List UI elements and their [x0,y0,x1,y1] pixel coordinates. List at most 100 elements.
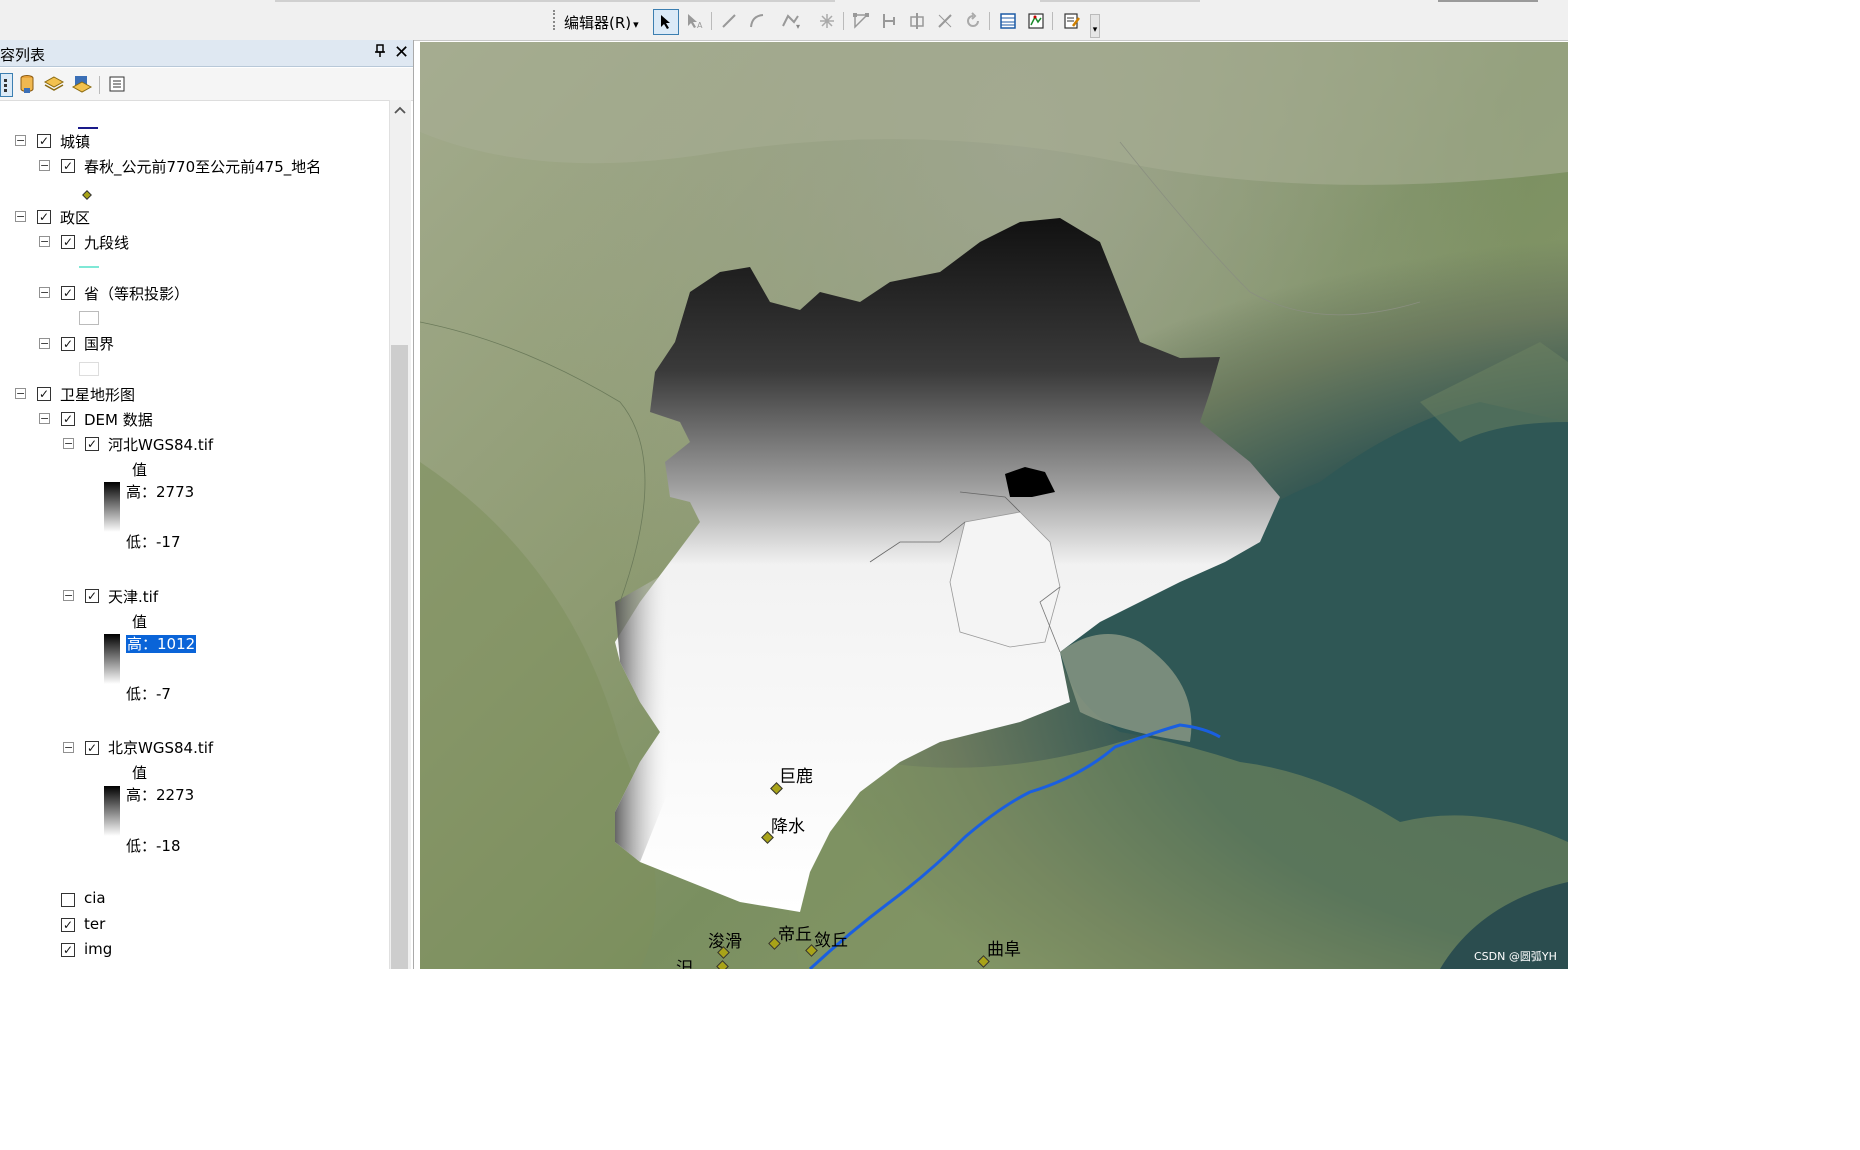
collapse-toggle[interactable]: − [39,413,50,424]
table-of-contents-panel [0,40,414,969]
rotate-tool-button[interactable] [961,9,985,33]
layer-visibility-checkbox[interactable]: ✓ [85,437,99,451]
collapse-toggle[interactable]: − [39,236,50,247]
scrollbar-thumb[interactable] [391,345,408,969]
selected-label-text: 高：1012 [126,635,197,653]
collapse-toggle[interactable]: − [15,211,26,222]
layer-ter[interactable]: ter [84,915,105,933]
vertices-icon [853,13,869,29]
editor-menu-button[interactable]: 编辑器(R) ▾ [564,12,639,32]
toolbar-separator [99,76,100,94]
create-features-button[interactable] [1060,9,1084,33]
layer-visibility-checkbox[interactable]: ✓ [37,210,51,224]
toolbar-separator [1052,12,1053,30]
collapse-toggle[interactable]: − [39,338,50,349]
map-canvas[interactable]: 巨鹿 降水 帝丘 敛丘 浚滑 汜 曲阜 [420,42,1568,969]
layer-visibility-checkbox[interactable] [61,893,75,907]
split-icon [938,14,952,28]
legend-high-value-selected[interactable]: 高：1012 [126,633,197,654]
attribute-table-icon [1000,13,1016,29]
layer-group-satellite[interactable]: 卫星地形图 [60,384,135,405]
list-order-icon [3,79,7,92]
list-by-selection-button[interactable] [71,73,93,95]
collapse-toggle[interactable]: − [39,287,50,298]
layer-visibility-checkbox[interactable]: ✓ [61,337,75,351]
annotation-cursor-icon: A [688,14,703,29]
layer-visibility-checkbox[interactable]: ✓ [61,412,75,426]
layer-hebei-dem[interactable]: 河北WGS84.tif [108,434,213,455]
legend-high-value: 高：2273 [126,786,195,804]
toc-title: 容列表 [0,46,46,64]
reshape-feature-button[interactable] [877,9,901,33]
layer-beijing-dem[interactable]: 北京WGS84.tif [108,737,213,758]
chevron-down-icon: ▾ [633,18,639,31]
layer-group-admin[interactable]: 政区 [60,207,90,228]
toc-title-bar [0,40,413,67]
line-symbol [79,266,99,268]
trace-tool-dropdown[interactable]: ▾ [773,9,809,33]
legend-low-value: 低：-7 [126,685,171,703]
point-tool-button[interactable] [815,9,839,33]
cut-polygons-button[interactable] [905,9,929,33]
layer-national-border[interactable]: 国界 [84,333,114,354]
place-label: 曲阜 [987,940,1021,960]
place-label: 巨鹿 [779,767,813,787]
layer-visibility-checkbox[interactable]: ✓ [61,918,75,932]
collapse-toggle[interactable]: − [63,590,74,601]
attributes-button[interactable] [996,9,1020,33]
layer-group-town[interactable]: 城镇 [60,131,90,152]
toolbar-separator [711,12,712,30]
layer-nine-dash-line[interactable]: 九段线 [84,232,129,253]
toolbar-grip-handle[interactable] [553,10,558,30]
legend-value-title: 值 [132,613,148,631]
collapse-toggle[interactable]: − [63,742,74,753]
scroll-up-arrow-icon[interactable] [389,104,410,124]
close-icon[interactable]: ✕ [394,42,409,63]
split-tool-button[interactable] [933,9,957,33]
collapse-toggle[interactable]: − [39,160,50,171]
straight-segment-button[interactable] [717,9,741,33]
layer-province[interactable]: 省（等积投影） [84,283,189,304]
list-by-drawing-order-button[interactable] [0,73,13,97]
layer-visibility-checkbox[interactable]: ✓ [61,159,75,173]
rotate-icon [967,12,979,27]
pin-icon[interactable] [374,44,386,62]
line-segment-icon [722,14,736,28]
layer-cia[interactable]: cia [84,889,106,907]
layer-visibility-checkbox[interactable]: ✓ [37,134,51,148]
edit-tool-button[interactable] [653,9,679,35]
legend-value-title: 值 [132,461,148,479]
collapse-toggle[interactable]: − [15,135,26,146]
toolbar-divider [1438,0,1538,2]
toolbar-overflow-button[interactable]: ▾ [1090,14,1100,38]
arc-icon [750,14,764,28]
color-ramp [104,482,120,532]
layer-visibility-checkbox[interactable]: ✓ [61,286,75,300]
sketch-properties-button[interactable] [1024,9,1048,33]
arc-segment-button[interactable] [745,9,769,33]
layer-visibility-checkbox[interactable]: ✓ [37,387,51,401]
place-label: 降水 [771,817,805,837]
layer-chunqiu-placenames[interactable]: 春秋_公元前770至公元前475_地名 [84,156,321,177]
layer-img[interactable]: img [84,940,112,958]
layer-visibility-checkbox[interactable]: ✓ [61,943,75,957]
reshape-icon [883,14,895,28]
watermark: CSDN @圆弧YH [1474,950,1557,963]
edit-annotation-button[interactable]: A [683,9,707,33]
collapse-toggle[interactable]: − [15,388,26,399]
collapse-toggle[interactable]: − [63,438,74,449]
color-ramp [104,634,120,684]
legend-value-title: 值 [132,764,148,782]
layer-tianjin-dem[interactable]: 天津.tif [108,586,158,607]
layer-visibility-checkbox[interactable]: ✓ [85,589,99,603]
list-by-source-button[interactable] [16,73,38,95]
layer-visibility-checkbox[interactable]: ✓ [61,235,75,249]
toolbar-separator [843,12,844,30]
edit-vertices-button[interactable] [849,9,873,33]
layer-visibility-checkbox[interactable]: ✓ [85,741,99,755]
toolbar-divider [275,0,835,2]
list-by-visibility-button[interactable] [43,73,65,95]
layer-group-dem[interactable]: DEM 数据 [84,409,153,430]
options-button[interactable] [106,73,128,95]
toolbar-separator [989,12,990,30]
